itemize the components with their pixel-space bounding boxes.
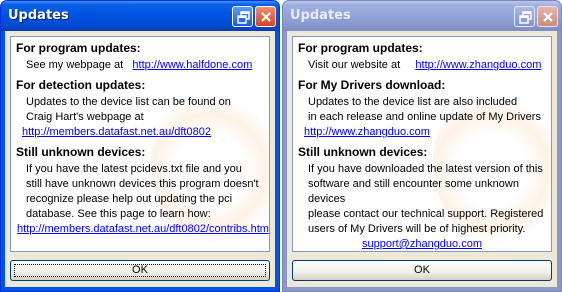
ok-button-label: OK [132,264,148,276]
download-line-2: in each release and online update of My … [308,111,541,123]
program-updates-label: See my webpage at [26,59,124,71]
program-updates-heading: For program updates: [298,41,423,55]
detection-link[interactable]: http://members.datafast.net.au/dft0802 [22,126,211,138]
unknown-line-3: recognize please help out updating the p… [26,193,233,205]
ok-button-label: OK [414,264,430,276]
program-updates-link[interactable]: http://www.zhangduo.com [415,59,541,71]
drivers-download-heading: For My Drivers download: [298,78,446,92]
close-button[interactable] [255,6,276,27]
program-updates-text: Visit our website at http://www.zhangduo… [308,58,551,73]
program-updates-heading: For program updates: [16,41,141,55]
detection-line-2: Craig Hart's webpage at [26,111,144,123]
restore-button[interactable] [232,6,253,27]
ok-button[interactable]: OK [292,260,552,281]
download-link[interactable]: http://www.zhangduo.com [304,126,430,138]
detection-line-1: Updates to the device list can be found … [26,96,231,108]
title-bar[interactable]: Updates [283,1,561,31]
unknown-line-2: software and still encounter some unknow… [308,178,519,205]
program-updates-label: Visit our website at [308,59,401,71]
support-email-link[interactable]: support@zhangduo.com [362,238,482,250]
updates-window-left: Updates For program updates: See my webp… [0,0,280,292]
close-icon [543,12,553,22]
unknown-devices-heading: Still unknown devices: [16,145,146,159]
window-title: Updates [290,8,351,23]
restore-button[interactable] [514,6,535,27]
title-bar[interactable]: Updates [1,1,279,31]
unknown-line-3: please contact our technical support. Re… [308,208,544,220]
close-button[interactable] [537,6,558,27]
restore-icon [237,11,250,24]
updates-window-right: Updates For program updates: Visit our w… [282,0,562,292]
unknown-line-4: users of My Drivers will be of highest p… [308,223,526,235]
unknown-line-2: still have unknown devices this program … [26,178,259,190]
restore-icon [519,11,532,24]
window-title: Updates [8,8,69,23]
dialog-body: For program updates: Visit our website a… [287,31,557,287]
detection-updates-heading: For detection updates: [16,78,146,92]
unknown-line-1: If you have downloaded the latest versio… [308,163,543,175]
program-updates-text: See my webpage at http://www.halfdone.co… [26,58,269,73]
unknown-devices-heading: Still unknown devices: [298,145,428,159]
download-line-1: Updates to the device list are also incl… [308,96,518,108]
unknown-line-1: If you have the latest pcidevs.txt file … [26,163,242,175]
contribs-link[interactable]: http://members.datafast.net.au/dft0802/c… [17,223,269,235]
unknown-line-4: database. See this page to learn how: [26,208,211,220]
close-icon [261,12,271,22]
info-panel: For program updates: See my webpage at h… [10,36,270,252]
program-updates-link[interactable]: http://www.halfdone.com [132,59,252,71]
dialog-body: For program updates: See my webpage at h… [5,31,275,287]
ok-button[interactable]: OK [10,260,270,281]
info-panel: For program updates: Visit our website a… [292,36,552,252]
